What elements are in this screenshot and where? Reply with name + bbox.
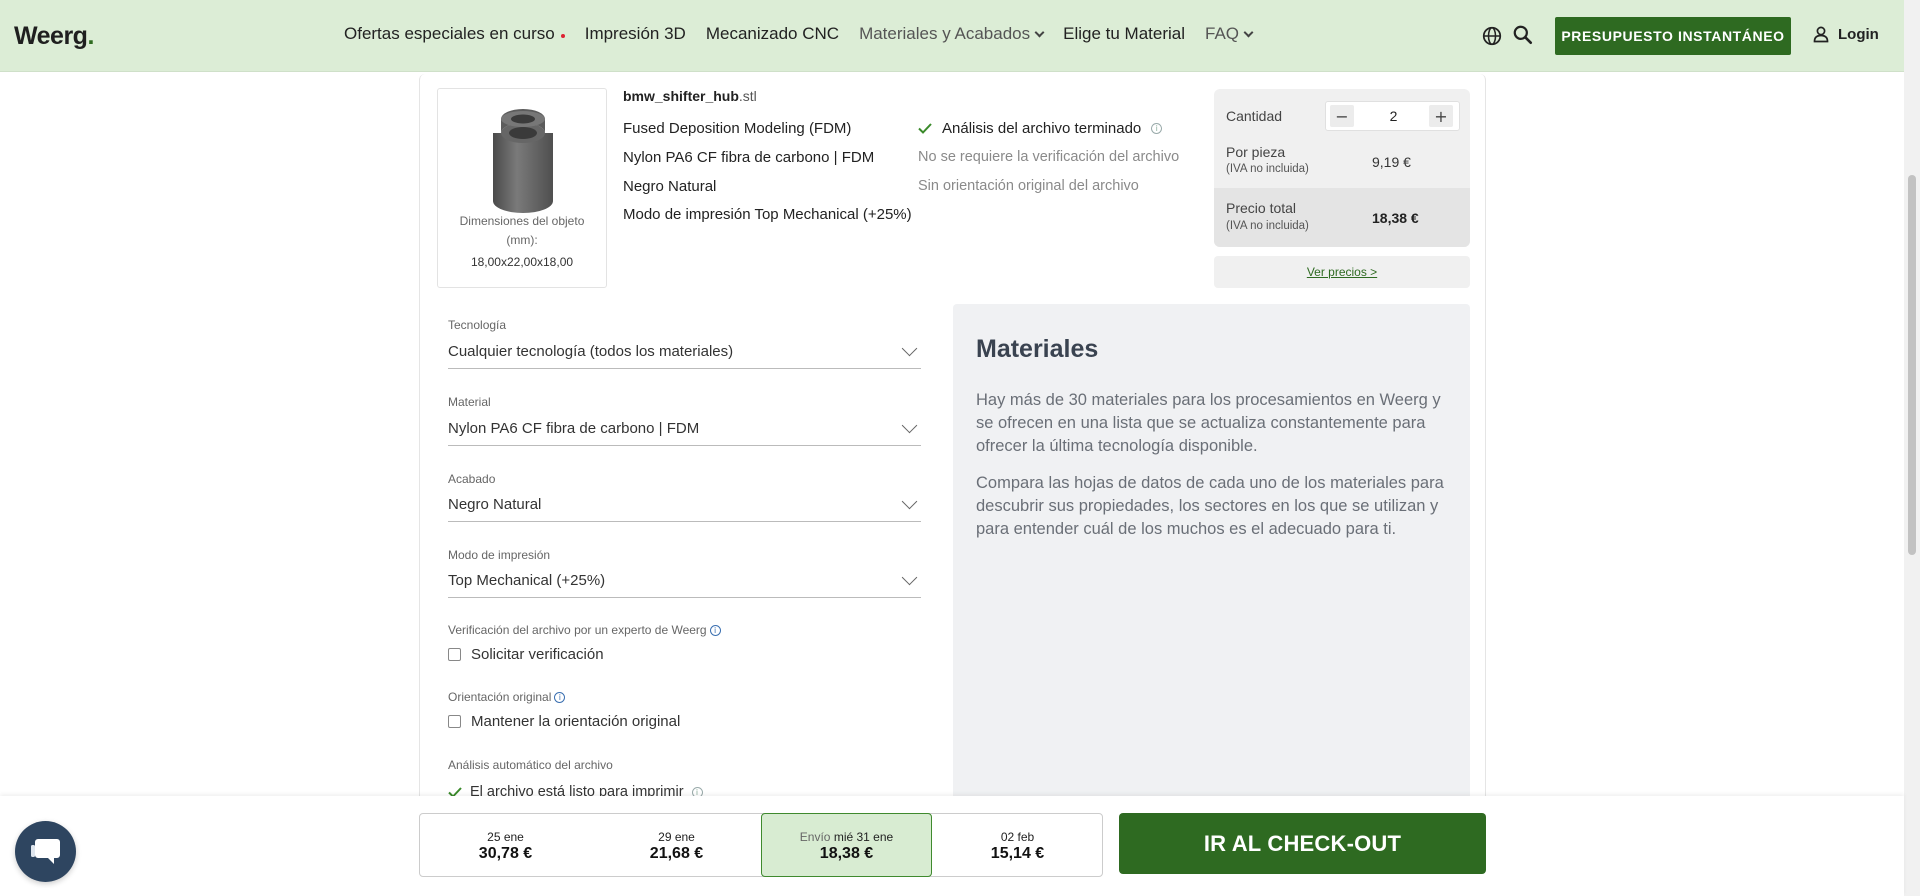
print-mode-label: Modo de impresión [448, 548, 551, 562]
delivery-date-selector: 25 ene 30,78 € 29 ene 21,68 € Envío mié … [419, 813, 1103, 877]
verification-note: No se requiere la verificación del archi… [918, 149, 1180, 165]
expert-verification-label: Verificación del archivo por un experto … [448, 623, 721, 637]
instant-quote-button[interactable]: PRESUPUESTO INSTANTÁNEO [1555, 17, 1791, 55]
chevron-down-icon [1034, 27, 1045, 37]
materials-info-panel: Materiales Hay más de 30 materiales para… [953, 304, 1470, 804]
part-3d-thumbnail [493, 109, 553, 213]
info-icon[interactable]: i [709, 624, 721, 636]
dimensions-label: Dimensiones del objeto (mm): [459, 214, 585, 247]
technology-label: Tecnología [448, 318, 507, 332]
login-link[interactable]: Login [1812, 25, 1879, 43]
main-nav: Ofertas especiales en curso Impresión 3D… [344, 24, 1254, 44]
chevron-down-icon [1243, 27, 1254, 37]
original-orientation-label: Orientación original i [448, 690, 566, 704]
increment-button[interactable]: + [1429, 105, 1453, 127]
dimensions-value: 18,00x22,00x18,00 [470, 255, 574, 269]
delivery-option-selected[interactable]: Envío mié 31 ene 18,38 € [761, 813, 932, 877]
nav-mecanizado-cnc[interactable]: Mecanizado CNC [706, 24, 839, 44]
spec-material: Nylon PA6 CF fibra de carbono | FDM [623, 149, 875, 166]
chat-button[interactable] [15, 821, 76, 882]
total-vat-note: (IVA no incluida) [1226, 220, 1309, 232]
spec-technology: Fused Deposition Modeling (FDM) [623, 120, 852, 137]
delivery-option[interactable]: 25 ene 30,78 € [420, 814, 591, 876]
chevron-down-icon [901, 493, 918, 510]
scrollbar-thumb[interactable] [1908, 175, 1916, 555]
total-price: 18,38 € [1372, 210, 1419, 226]
per-piece-label: Por pieza [1226, 144, 1286, 160]
quantity-stepper[interactable]: − 2 + [1325, 101, 1460, 131]
quantity-input[interactable]: 2 [1366, 108, 1421, 124]
delivery-option[interactable]: 02 feb 15,14 € [932, 814, 1103, 876]
keep-orientation-checkbox[interactable]: Mantener la orientación original [448, 713, 680, 730]
finish-label: Acabado [448, 472, 496, 486]
request-verification-checkbox[interactable]: Solicitar verificación [448, 646, 604, 663]
nav-ofertas[interactable]: Ofertas especiales en curso [344, 24, 565, 44]
check-icon [918, 123, 932, 134]
nav-impresion-3d[interactable]: Impresión 3D [585, 24, 686, 44]
analysis-done-status: Análisis del archivo terminado i [918, 120, 1163, 137]
finish-select[interactable]: Negro Natural [448, 493, 921, 522]
materials-paragraph-2: Compara las hojas de datos de cada uno d… [976, 474, 1444, 538]
per-piece-vat-note: (IVA no incluida) [1226, 163, 1309, 175]
delivery-option[interactable]: 29 ene 21,68 € [591, 814, 762, 876]
new-indicator-dot [560, 33, 565, 38]
quantity-label: Cantidad [1226, 108, 1283, 124]
info-icon[interactable]: i [1151, 123, 1163, 134]
info-icon[interactable]: i [554, 691, 566, 703]
print-mode-select[interactable]: Top Mechanical (+25%) [448, 569, 921, 598]
decrement-button[interactable]: − [1330, 105, 1354, 127]
chevron-down-icon [901, 569, 918, 586]
orientation-note: Sin orientación original del archivo [918, 178, 1139, 194]
spec-finish: Negro Natural [623, 178, 717, 195]
materials-title: Materiales [976, 335, 1099, 363]
top-navbar: Weerg. Ofertas especiales en curso Impre… [0, 0, 1904, 72]
user-icon [1813, 26, 1829, 43]
materials-paragraph-1: Hay más de 30 materiales para los proces… [976, 391, 1441, 455]
nav-materiales-acabados[interactable]: Materiales y Acabados [859, 24, 1045, 44]
globe-icon[interactable] [1481, 25, 1503, 47]
spec-print-mode: Modo de impresión Top Mechanical (+25%) [623, 206, 912, 223]
chat-icon [31, 839, 60, 864]
weerg-logo[interactable]: Weerg. [14, 22, 94, 51]
per-piece-price: 9,19 € [1372, 154, 1411, 170]
material-select[interactable]: Nylon PA6 CF fibra de carbono | FDM [448, 417, 921, 446]
technology-select[interactable]: Cualquier tecnología (todos los material… [448, 340, 921, 369]
auto-analysis-label: Análisis automático del archivo [448, 758, 613, 772]
material-label: Material [448, 395, 491, 409]
see-prices-link[interactable]: Ver precios > [1214, 256, 1470, 288]
file-name: bmw_shifter_hub.stl [623, 88, 757, 104]
nav-elige-material[interactable]: Elige tu Material [1063, 24, 1185, 44]
chevron-down-icon [901, 340, 918, 357]
checkout-button[interactable]: IR AL CHECK-OUT [1119, 813, 1486, 874]
total-price-label: Precio total [1226, 200, 1297, 216]
search-icon[interactable] [1512, 24, 1534, 46]
price-summary: Cantidad − 2 + Por pieza (IVA no incluid… [1214, 89, 1470, 247]
chevron-down-icon [901, 417, 918, 434]
nav-faq[interactable]: FAQ [1205, 24, 1254, 44]
